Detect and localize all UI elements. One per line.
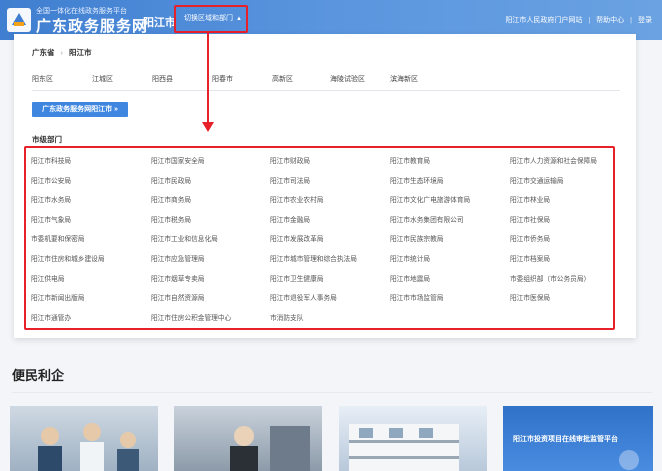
annotation-box-switch [174,5,248,33]
current-city: 阳江市 [143,17,176,29]
breadcrumb-city[interactable]: 阳江市 [69,48,92,57]
breadcrumb: 广东省 › 阳江市 [32,47,92,58]
service-card-building[interactable] [339,406,487,471]
annotation-box-departments [24,146,615,330]
logo-title: 广东政务服务网 [36,18,149,35]
link-divider: | [630,17,632,24]
section-divider [12,392,652,393]
service-card-office[interactable] [174,406,322,471]
district-item[interactable]: 阳东区 [32,74,53,84]
ornament-icon [619,450,639,470]
city-portal-button[interactable]: 广东政务服务网阳江市 » [32,102,128,117]
login-link[interactable]: 登录 [638,15,652,25]
service-card-people[interactable] [10,406,158,471]
district-item[interactable]: 滨海新区 [390,74,418,84]
section-title: 便民利企 [12,368,65,383]
divider [32,90,620,91]
link-divider: | [588,17,591,24]
district-item[interactable]: 阳春市 [212,74,233,84]
photo-office-icon [230,426,310,471]
photo-building-icon [349,424,459,471]
gov-portal-link[interactable]: 阳江市人民政府门户网站 [505,15,582,25]
site-logo[interactable]: 全国一体化在线政务服务平台 广东政务服务网 [6,4,147,36]
district-item[interactable]: 阳西县 [152,74,173,84]
help-center-link[interactable]: 帮助中心 [596,15,624,25]
breadcrumb-separator: › [60,48,64,57]
dept-section-title: 市级部门 [32,135,62,144]
photo-people-icon [38,423,139,471]
breadcrumb-province[interactable]: 广东省 [32,48,55,57]
district-item[interactable]: 海陵试验区 [330,74,365,84]
service-card-investment[interactable]: 阳江市投资项目在线审批监管平台 [503,406,653,471]
logo-emblem-icon [7,8,31,32]
district-item[interactable]: 江城区 [92,74,113,84]
district-item[interactable]: 高新区 [272,74,293,84]
top-links: 阳江市人民政府门户网站 | 帮助中心 | 登录 [505,15,652,25]
